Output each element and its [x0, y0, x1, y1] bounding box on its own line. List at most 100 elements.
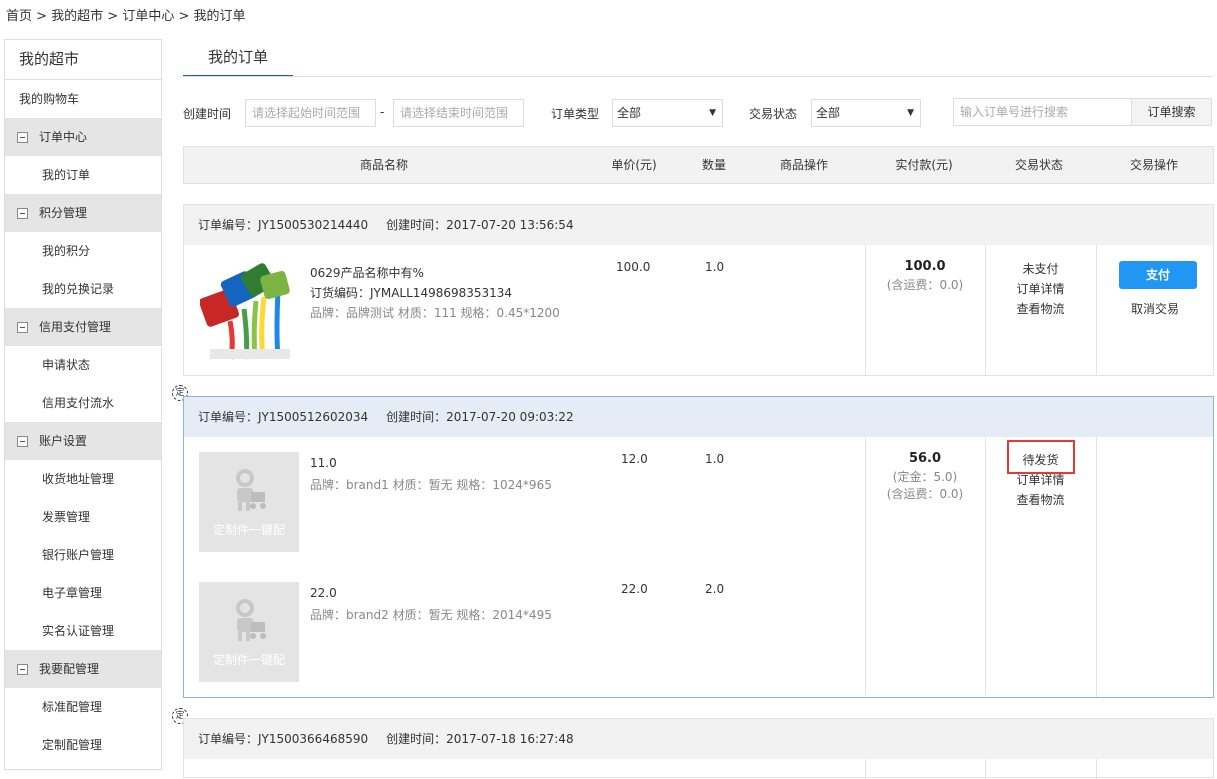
sidebar-group-label: 积分管理: [39, 206, 88, 220]
shipping-note: (含运费：0.0): [886, 278, 964, 292]
sidebar-group-orders[interactable]: 订单中心: [5, 118, 161, 156]
quantity: 2.0: [705, 582, 725, 596]
quantity: 1.0: [705, 452, 725, 466]
sidebar-item-exchange-records[interactable]: 我的兑换记录: [5, 270, 161, 308]
collapse-icon[interactable]: [17, 207, 28, 219]
order-created-time: 创建时间：2017-07-18 16:27:48: [386, 732, 574, 746]
trade-status-value: 全部: [816, 106, 841, 120]
sidebar-group-account[interactable]: 账户设置: [5, 422, 161, 460]
order-search-button[interactable]: 订单搜索: [1131, 98, 1212, 126]
sidebar-group-points[interactable]: 积分管理: [5, 194, 161, 232]
sidebar-item-invoice[interactable]: 发票管理: [5, 498, 161, 536]
dropdown-arrow-icon: ▼: [907, 108, 914, 118]
start-time-input[interactable]: 请选择起始时间范围: [245, 99, 376, 127]
order-card: 订单编号：JY1500366468590 创建时间：2017-07-18 16:2…: [183, 718, 1214, 779]
sidebar-item-real-name[interactable]: 实名认证管理: [5, 612, 161, 650]
sidebar-item-my-orders[interactable]: 我的订单: [5, 156, 161, 194]
sidebar-title: 我的超市: [5, 40, 161, 80]
tab-my-orders[interactable]: 我的订单: [183, 39, 293, 77]
order-number: 订单编号：JY1500512602034: [198, 410, 369, 424]
col-product-ops: 商品操作: [779, 158, 828, 172]
mascot-icon: [236, 599, 266, 641]
product-attrs: 品牌：brand1 材质：暂无 规格：1024*965: [310, 478, 552, 492]
collapse-icon[interactable]: [17, 663, 28, 675]
unit-price: 100.0: [616, 260, 651, 274]
order-detail-link[interactable]: 订单详情: [985, 280, 1096, 297]
quantity: 1.0: [705, 260, 725, 274]
sidebar-group-match[interactable]: 我要配管理: [5, 650, 161, 688]
order-header: 订单编号：JY1500512602034 创建时间：2017-07-20 09:0…: [184, 397, 1213, 437]
product-code: 订货编码：JYMALL1498698353134: [310, 286, 513, 300]
unit-price: 12.0: [621, 452, 648, 466]
sidebar-item-my-points[interactable]: 我的积分: [5, 232, 161, 270]
mascot-icon: [236, 469, 266, 511]
breadcrumb[interactable]: 首页 > 我的超市 > 订单中心 > 我的订单: [6, 5, 245, 24]
product-attrs: 品牌：品牌测试 材质：111 规格：0.45*1200: [310, 306, 560, 320]
trade-status-select[interactable]: 全部 ▼: [811, 99, 921, 127]
sidebar-group-label: 订单中心: [39, 130, 88, 144]
product-attrs: 品牌：brand2 材质：暂无 规格：2014*495: [310, 608, 552, 622]
sidebar-item-application-status[interactable]: 申请状态: [5, 346, 161, 384]
view-logistics-link[interactable]: 查看物流: [985, 300, 1096, 317]
order-card: 订单编号：JY1500512602034 创建时间：2017-07-20 09:0…: [183, 396, 1214, 698]
pay-button[interactable]: 支付: [1119, 261, 1197, 289]
product-placeholder-image[interactable]: 定制件一键配: [199, 582, 299, 682]
col-paid: 实付款(元): [895, 158, 953, 172]
view-logistics-link[interactable]: 查看物流: [985, 491, 1096, 508]
order-detail-link[interactable]: 订单详情: [985, 471, 1096, 488]
collapse-icon[interactable]: [17, 321, 28, 333]
order-header: 订单编号：JY1500530214440 创建时间：2017-07-20 13:5…: [184, 205, 1213, 245]
placeholder-caption: 定制件一键配: [212, 653, 285, 667]
range-dash: -: [380, 105, 385, 119]
tab-divider: [183, 76, 1213, 77]
shipping-note: (含运费：0.0): [886, 487, 964, 501]
sidebar-group-label: 信用支付管理: [39, 320, 112, 334]
table-header: 商品名称 单价(元) 数量 商品操作 实付款(元) 交易状态 交易操作: [183, 146, 1214, 184]
order-type-value: 全部: [617, 106, 642, 120]
order-number: 订单编号：JY1500366468590: [198, 732, 369, 746]
order-created-time: 创建时间：2017-07-20 13:56:54: [386, 218, 574, 232]
cancel-trade-link[interactable]: 取消交易: [1096, 300, 1214, 317]
paint-bucket-product-image[interactable]: [200, 261, 300, 361]
sidebar: 我的超市 我的购物车 订单中心 我的订单 积分管理 我的积分 我的兑换记录 信用…: [4, 39, 162, 770]
col-unit-price: 单价(元): [611, 158, 657, 172]
collapse-icon[interactable]: [17, 131, 28, 143]
order-type-label: 订单类型: [551, 107, 600, 121]
trade-status-label: 交易状态: [749, 107, 798, 121]
col-trade-ops: 交易操作: [1129, 158, 1178, 172]
sidebar-item-credit-flow[interactable]: 信用支付流水: [5, 384, 161, 422]
collapse-icon[interactable]: [17, 435, 28, 447]
divider: [1096, 759, 1097, 779]
paid-amount: 100.0: [904, 259, 946, 274]
product-name[interactable]: 11.0: [310, 456, 337, 470]
product-name[interactable]: 22.0: [310, 586, 337, 600]
deposit-note: (定金：5.0): [892, 470, 958, 484]
divider: [985, 759, 986, 779]
created-time-label: 创建时间: [183, 107, 232, 121]
col-product-name: 商品名称: [359, 158, 408, 172]
product-placeholder-image[interactable]: 定制件一键配: [199, 452, 299, 552]
order-type-select[interactable]: 全部 ▼: [612, 99, 723, 127]
sidebar-group-credit[interactable]: 信用支付管理: [5, 308, 161, 346]
dropdown-arrow-icon: ▼: [709, 108, 716, 118]
order-search-input[interactable]: 输入订单号进行搜索: [953, 98, 1132, 126]
sidebar-item-cart[interactable]: 我的购物车: [5, 80, 161, 118]
col-trade-status: 交易状态: [1014, 158, 1063, 172]
unit-price: 22.0: [621, 582, 648, 596]
sidebar-item-e-seal[interactable]: 电子章管理: [5, 574, 161, 612]
trade-status: 待发货: [1022, 453, 1059, 467]
order-card: 订单编号：JY1500530214440 创建时间：2017-07-20 13:5…: [183, 204, 1214, 376]
sidebar-item-address[interactable]: 收货地址管理: [5, 460, 161, 498]
sidebar-item-standard-match[interactable]: 标准配管理: [5, 688, 161, 726]
order-header: 订单编号：JY1500366468590 创建时间：2017-07-18 16:2…: [184, 719, 1213, 759]
sidebar-item-bank-account[interactable]: 银行账户管理: [5, 536, 161, 574]
end-time-input[interactable]: 请选择结束时间范围: [393, 99, 524, 127]
order-number: 订单编号：JY1500530214440: [198, 218, 369, 232]
divider: [865, 759, 866, 779]
sidebar-group-label: 我要配管理: [39, 662, 100, 676]
trade-status: 未支付: [1022, 262, 1059, 276]
sidebar-group-label: 账户设置: [39, 434, 88, 448]
col-quantity: 数量: [701, 158, 726, 172]
product-name[interactable]: 0629产品名称中有%: [310, 264, 424, 281]
sidebar-item-custom-match[interactable]: 定制配管理: [5, 726, 161, 764]
